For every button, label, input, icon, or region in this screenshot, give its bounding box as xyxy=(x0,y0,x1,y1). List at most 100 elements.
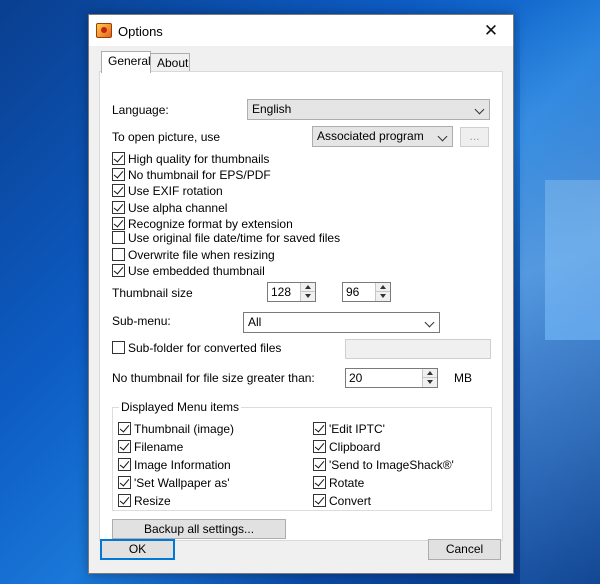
menu-item-rotate[interactable]: Rotate xyxy=(313,475,364,490)
open-picture-value: Associated program xyxy=(317,129,424,143)
checkbox-original-file-date[interactable]: Use original file date/time for saved fi… xyxy=(112,230,340,245)
no-thumbnail-size-value: 20 xyxy=(349,371,363,385)
checkbox-use-alpha-channel[interactable]: Use alpha channel xyxy=(112,200,227,215)
menu-item-resize[interactable]: Resize xyxy=(118,493,171,508)
ok-button[interactable]: OK xyxy=(100,539,175,560)
checkbox-label: Use alpha channel xyxy=(128,200,228,215)
checkmark-icon xyxy=(313,458,326,471)
checkbox-overwrite-when-resizing[interactable]: Overwrite file when resizing xyxy=(112,247,275,262)
spinner-down-icon[interactable] xyxy=(300,292,315,301)
options-dialog: Options ✕ General About Language: Englis… xyxy=(88,14,514,574)
checkbox-label: No thumbnail for EPS/PDF xyxy=(128,167,271,182)
checkbox-no-thumbnail-eps-pdf[interactable]: No thumbnail for EPS/PDF xyxy=(112,167,271,182)
checkbox-label: Filename xyxy=(134,439,184,454)
checkmark-icon xyxy=(112,152,125,165)
checkmark-icon xyxy=(112,217,125,230)
menu-item-convert[interactable]: Convert xyxy=(313,493,371,508)
checkbox-label: 'Set Wallpaper as' xyxy=(134,475,230,490)
checkmark-icon xyxy=(118,476,131,489)
menu-item-image-information[interactable]: Image Information xyxy=(118,457,231,472)
checkmark-icon xyxy=(313,476,326,489)
checkbox-subfolder-converted[interactable]: Sub-folder for converted files xyxy=(112,340,281,355)
close-icon: ✕ xyxy=(483,20,499,40)
checkbox-high-quality-thumbnails[interactable]: High quality for thumbnails xyxy=(112,151,269,166)
submenu-dropdown[interactable]: All xyxy=(243,312,440,333)
submenu-value: All xyxy=(248,315,262,329)
menu-item-thumbnail-image[interactable]: Thumbnail (image) xyxy=(118,421,234,436)
checkbox-recognize-format[interactable]: Recognize format by extension xyxy=(112,216,293,231)
app-icon xyxy=(96,23,112,38)
open-picture-dropdown[interactable]: Associated program xyxy=(312,126,453,147)
size-unit-label: MB xyxy=(454,371,472,385)
checkbox-label: Resize xyxy=(134,493,171,508)
checkbox-label: Sub-folder for converted files xyxy=(128,340,282,355)
checkmark-icon xyxy=(112,264,125,277)
title-bar[interactable]: Options ✕ xyxy=(89,15,513,46)
group-title: Displayed Menu items xyxy=(119,400,242,414)
checkmark-icon xyxy=(313,422,326,435)
thumbnail-height-spinner[interactable]: 96 xyxy=(342,282,391,302)
checkbox-label: Use EXIF rotation xyxy=(128,183,223,198)
general-tab-panel: Language: English To open picture, use A… xyxy=(99,71,503,541)
cancel-button[interactable]: Cancel xyxy=(428,539,501,560)
language-label: Language: xyxy=(112,103,169,117)
checkmark-icon xyxy=(118,458,131,471)
checkmark-icon xyxy=(118,422,131,435)
checkbox-label: Clipboard xyxy=(329,439,381,454)
no-thumbnail-size-spinner[interactable]: 20 xyxy=(345,368,438,388)
checkbox-label: 'Send to ImageShack®' xyxy=(329,457,454,472)
checkbox-label: Use embedded thumbnail xyxy=(128,263,265,278)
spinner-up-icon[interactable] xyxy=(422,369,437,378)
thumbnail-width-spinner[interactable]: 128 xyxy=(267,282,316,302)
thumbnail-height-value: 96 xyxy=(346,285,360,299)
checkbox-box xyxy=(112,248,125,261)
checkbox-use-embedded-thumbnail[interactable]: Use embedded thumbnail xyxy=(112,263,265,278)
tab-general[interactable]: General xyxy=(101,51,151,73)
subfolder-input[interactable] xyxy=(345,339,491,359)
thumbnail-width-value: 128 xyxy=(271,285,292,299)
checkbox-box xyxy=(112,341,125,354)
checkbox-label: Recognize format by extension xyxy=(128,216,293,231)
no-thumbnail-size-label: No thumbnail for file size greater than: xyxy=(112,371,315,385)
checkmark-icon xyxy=(112,201,125,214)
spinner-up-icon[interactable] xyxy=(300,283,315,292)
backup-settings-button[interactable]: Backup all settings... xyxy=(112,519,286,539)
menu-item-edit-iptc[interactable]: 'Edit IPTC' xyxy=(313,421,385,436)
menu-item-send-to-imageshack[interactable]: 'Send to ImageShack®' xyxy=(313,457,454,472)
checkmark-icon xyxy=(112,184,125,197)
checkmark-icon xyxy=(313,440,326,453)
chevron-down-icon xyxy=(437,131,448,142)
checkbox-box xyxy=(112,231,125,244)
spinner-down-icon[interactable] xyxy=(375,292,390,301)
spinner-down-icon[interactable] xyxy=(422,378,437,387)
checkbox-label: Convert xyxy=(329,493,372,508)
checkbox-label: High quality for thumbnails xyxy=(128,151,270,166)
close-button[interactable]: ✕ xyxy=(469,15,513,46)
thumbnail-size-label: Thumbnail size xyxy=(112,286,193,300)
open-picture-label: To open picture, use xyxy=(112,130,221,144)
chevron-down-icon xyxy=(424,317,435,328)
submenu-label: Sub-menu: xyxy=(112,314,171,328)
checkmark-icon xyxy=(112,168,125,181)
menu-item-clipboard[interactable]: Clipboard xyxy=(313,439,380,454)
checkbox-label: Overwrite file when resizing xyxy=(128,247,275,262)
language-dropdown[interactable]: English xyxy=(247,99,490,120)
checkbox-label: Rotate xyxy=(329,475,365,490)
checkbox-label: 'Edit IPTC' xyxy=(329,421,385,436)
language-value: English xyxy=(252,102,292,116)
checkmark-icon xyxy=(313,494,326,507)
checkmark-icon xyxy=(118,440,131,453)
checkbox-label: Use original file date/time for saved fi… xyxy=(128,230,341,245)
checkmark-icon xyxy=(118,494,131,507)
spinner-up-icon[interactable] xyxy=(375,283,390,292)
wallpaper-light-beam xyxy=(545,180,600,340)
browse-program-button[interactable]: ... xyxy=(460,127,489,147)
checkbox-label: Image Information xyxy=(134,457,231,472)
checkbox-label: Thumbnail (image) xyxy=(134,421,235,436)
menu-item-set-wallpaper[interactable]: 'Set Wallpaper as' xyxy=(118,475,230,490)
menu-item-filename[interactable]: Filename xyxy=(118,439,183,454)
chevron-down-icon xyxy=(474,104,485,115)
window-title: Options xyxy=(118,24,163,39)
tab-about[interactable]: About xyxy=(150,53,190,73)
checkbox-use-exif-rotation[interactable]: Use EXIF rotation xyxy=(112,183,223,198)
